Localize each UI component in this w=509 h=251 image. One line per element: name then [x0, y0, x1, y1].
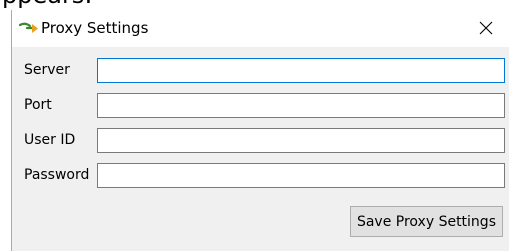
user-id-input[interactable]	[97, 128, 505, 153]
close-button[interactable]	[471, 14, 501, 42]
user-id-label: User ID	[24, 132, 76, 148]
port-label: Port	[24, 97, 52, 113]
server-input[interactable]	[97, 58, 505, 83]
cropped-page-text: ppears:	[0, 0, 509, 10]
save-proxy-settings-button[interactable]: Save Proxy Settings	[349, 206, 503, 237]
password-label: Password	[24, 167, 90, 183]
proxy-settings-dialog: Proxy Settings Server Port User ID Passw…	[11, 10, 509, 251]
title-bar[interactable]: Proxy Settings	[12, 10, 509, 47]
close-icon	[479, 21, 493, 35]
password-row: Password	[12, 163, 509, 188]
server-label: Server	[24, 62, 70, 78]
port-row: Port	[12, 93, 509, 118]
server-row: Server	[12, 58, 509, 83]
port-input[interactable]	[97, 93, 505, 118]
user-id-row: User ID	[12, 128, 509, 153]
password-input[interactable]	[97, 163, 505, 188]
window-title: Proxy Settings	[41, 19, 149, 37]
proxy-arrow-icon	[19, 22, 38, 33]
